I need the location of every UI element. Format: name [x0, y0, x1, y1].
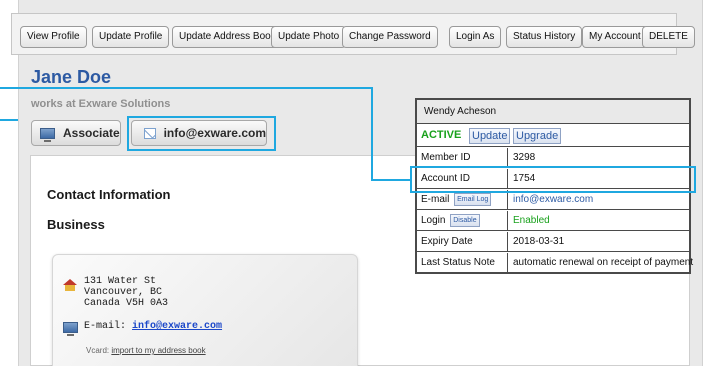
card-email-link[interactable]: info@exware.com [132, 321, 222, 332]
connector-line [0, 119, 18, 121]
my-account-button[interactable]: My Account [582, 26, 648, 48]
email-button-label: info@exware.com [163, 126, 266, 140]
update-status-button[interactable]: Update [469, 128, 511, 144]
member-id-row: Member ID 3298 [417, 148, 689, 168]
member-name-header: Wendy Acheson [417, 100, 689, 124]
expiry-date-row: Expiry Date 2018-03-31 [417, 232, 689, 252]
update-photo-button[interactable]: Update Photo [271, 26, 347, 48]
last-status-note-label: Last Status Note [421, 257, 495, 268]
monitor-icon [63, 322, 78, 336]
last-status-note-value: automatic renewal on receipt of payment [507, 253, 693, 273]
status-row: ACTIVE Update Upgrade [417, 125, 689, 147]
email-row: E-mail Email Log info@exware.com [417, 190, 689, 210]
monitor-icon [40, 127, 55, 142]
member-id-label: Member ID [421, 152, 471, 163]
login-as-button[interactable]: Login As [449, 26, 502, 48]
expiry-date-label: Expiry Date [421, 236, 473, 247]
business-heading: Business [47, 217, 105, 232]
business-card: 131 Water St Vancouver, BC Canada V5H 0A… [52, 254, 358, 366]
vcard-import-link[interactable]: import to my address book [111, 346, 205, 355]
update-address-book-button[interactable]: Update Address Book [172, 26, 283, 48]
login-row: Login Disable Enabled [417, 211, 689, 231]
update-profile-button[interactable]: Update Profile [92, 26, 170, 48]
email-log-button[interactable]: Email Log [454, 193, 492, 206]
associate-button[interactable]: Associate [31, 120, 121, 146]
address-block: 131 Water St Vancouver, BC Canada V5H 0A… [84, 276, 168, 309]
account-id-label: Account ID [421, 173, 470, 184]
upgrade-button[interactable]: Upgrade [513, 128, 562, 144]
email-button[interactable]: info@exware.com [131, 120, 267, 146]
account-id-row: Account ID 1754 [417, 169, 689, 189]
delete-button[interactable]: DELETE [642, 26, 695, 48]
card-email-line: E-mail: info@exware.com [84, 321, 222, 332]
login-value: Enabled [507, 211, 689, 230]
login-cell: Login Disable [421, 211, 480, 231]
expiry-date-value: 2018-03-31 [507, 232, 689, 251]
address-line-3: Canada V5H 0A3 [84, 298, 169, 309]
vcard-line: Vcard: import to my address book [86, 346, 206, 355]
email-label: E-mail [421, 194, 450, 205]
house-icon [63, 279, 77, 291]
associate-label: Associate [63, 126, 120, 140]
profile-toolbar: View Profile Update Profile Update Addre… [11, 13, 695, 55]
change-password-button[interactable]: Change Password [342, 26, 438, 48]
email-value: info@exware.com [507, 190, 689, 209]
member-id-value: 3298 [507, 148, 689, 167]
member-status-panel: Wendy Acheson ACTIVE Update Upgrade Memb… [415, 98, 693, 274]
last-status-note-row: Last Status Note automatic renewal on re… [417, 253, 693, 273]
address-line-1: 131 Water St [84, 276, 157, 287]
disable-login-button[interactable]: Disable [450, 214, 480, 227]
status-history-button[interactable]: Status History [506, 26, 583, 48]
login-label: Login [421, 215, 446, 226]
view-profile-button[interactable]: View Profile [20, 26, 87, 48]
envelope-icon [144, 127, 156, 139]
vcard-prefix: Vcard: [86, 346, 110, 355]
email-cell: E-mail Email Log [421, 190, 492, 210]
active-status-label: ACTIVE [421, 129, 462, 141]
account-id-value: 1754 [507, 169, 689, 188]
works-at-text: works at Exware Solutions [31, 98, 171, 110]
contact-information-heading: Contact Information [47, 187, 171, 202]
address-line-2: Vancouver, BC [84, 287, 163, 298]
profile-name: Jane Doe [31, 67, 112, 87]
email-prefix: E-mail: [84, 321, 127, 332]
